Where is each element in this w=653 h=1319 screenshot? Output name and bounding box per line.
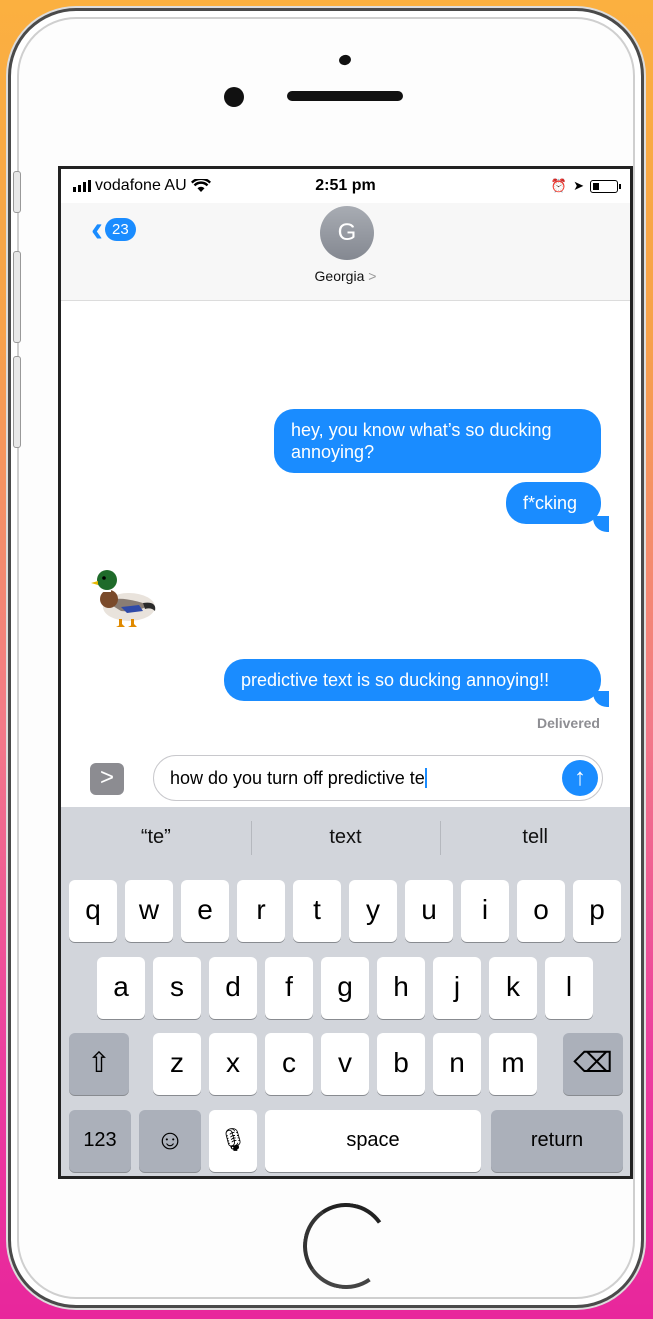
duck-emoji-message[interactable] [91,561,161,631]
keyboard: “te” text tell q w e r t y u i o p a s d… [61,807,630,1176]
alarm-icon: ⏰ [550,178,568,193]
key-y[interactable]: y [349,880,397,942]
key-k[interactable]: k [489,957,537,1019]
microphone-icon: 🎙 [219,1127,247,1152]
numbers-key[interactable]: 123 [69,1110,131,1172]
message-input-text[interactable]: how do you turn off predictive te [170,768,427,789]
screen: vodafone AU 2:51 pm ⏰ ➤ ‹ 23 G Georgia >… [58,166,633,1179]
unread-count-badge: 23 [105,217,136,241]
status-bar: vodafone AU 2:51 pm ⏰ ➤ [61,169,630,203]
key-l[interactable]: l [545,957,593,1019]
key-c[interactable]: c [265,1033,313,1095]
key-g[interactable]: g [321,957,369,1019]
bubble-tail [593,516,609,532]
key-p[interactable]: p [573,880,621,942]
suggestion-1[interactable]: “te” [61,807,251,865]
key-m[interactable]: m [489,1033,537,1095]
volume-down-button [13,356,21,448]
key-x[interactable]: x [209,1033,257,1095]
delete-icon: ⌫ [573,1047,613,1078]
avatar[interactable]: G [320,206,374,260]
delivery-status: Delivered [536,715,600,731]
earpiece-speaker [287,91,403,101]
location-icon: ➤ [573,178,584,193]
key-z[interactable]: z [153,1033,201,1095]
return-key[interactable]: return [491,1110,623,1172]
home-button[interactable] [296,1196,396,1296]
front-camera [224,87,244,107]
message-text: predictive text is so ducking annoying!! [241,670,550,690]
send-button[interactable]: ↑ [562,760,598,796]
key-o[interactable]: o [517,880,565,942]
key-d[interactable]: d [209,957,257,1019]
phone-frame: vodafone AU 2:51 pm ⏰ ➤ ‹ 23 G Georgia >… [8,8,644,1308]
predictive-bar: “te” text tell [61,807,630,865]
suggestion-2[interactable]: text [250,807,441,865]
key-r[interactable]: r [237,880,285,942]
text-cursor [424,768,427,788]
key-a[interactable]: a [97,957,145,1019]
suggestion-3[interactable]: tell [440,807,630,865]
message-input-value: how do you turn off predictive te [170,768,425,788]
key-q[interactable]: q [69,880,117,942]
contact-name-button[interactable]: Georgia > [61,268,630,284]
key-j[interactable]: j [433,957,481,1019]
key-n[interactable]: n [433,1033,481,1095]
message-bubble[interactable]: f*cking [506,482,601,524]
avatar-initial: G [337,219,357,246]
key-v[interactable]: v [321,1033,369,1095]
message-text: hey, you know what’s so ducking annoying… [291,420,552,462]
battery-icon [590,179,621,193]
shift-icon: ⇧ [87,1047,111,1078]
chevron-right-icon: > [368,268,377,284]
key-w[interactable]: w [125,880,173,942]
conversation-header: ‹ 23 G Georgia > [61,203,630,301]
key-e[interactable]: e [181,880,229,942]
shift-key[interactable]: ⇧ [69,1033,129,1095]
message-bubble[interactable]: hey, you know what’s so ducking annoying… [274,409,601,473]
status-time: 2:51 pm [315,177,376,194]
bubble-tail [593,691,609,707]
message-text: f*cking [523,493,578,513]
space-key[interactable]: space [265,1110,481,1172]
proximity-sensor [337,53,353,67]
message-input[interactable]: how do you turn off predictive te ↑ [153,755,603,801]
key-s[interactable]: s [153,957,201,1019]
chevron-left-icon: ‹ [91,208,103,249]
contact-name: Georgia [314,268,365,284]
mute-switch [13,171,21,213]
arrow-up-icon: ↑ [574,764,586,791]
back-button[interactable]: ‹ 23 [91,208,136,249]
key-f[interactable]: f [265,957,313,1019]
chevron-right-icon: > [99,764,114,791]
status-right: ⏰ ➤ [550,178,621,194]
key-i[interactable]: i [461,880,509,942]
app-drawer-button[interactable]: > [90,763,124,795]
emoji-icon: ☺ [155,1124,185,1155]
key-b[interactable]: b [377,1033,425,1095]
key-t[interactable]: t [293,880,341,942]
key-u[interactable]: u [405,880,453,942]
key-h[interactable]: h [377,957,425,1019]
delete-key[interactable]: ⌫ [563,1033,623,1095]
emoji-key[interactable]: ☺ [139,1110,201,1172]
message-bubble[interactable]: predictive text is so ducking annoying!! [224,659,601,701]
volume-up-button [13,251,21,343]
dictation-key[interactable]: 🎙 [209,1110,257,1172]
